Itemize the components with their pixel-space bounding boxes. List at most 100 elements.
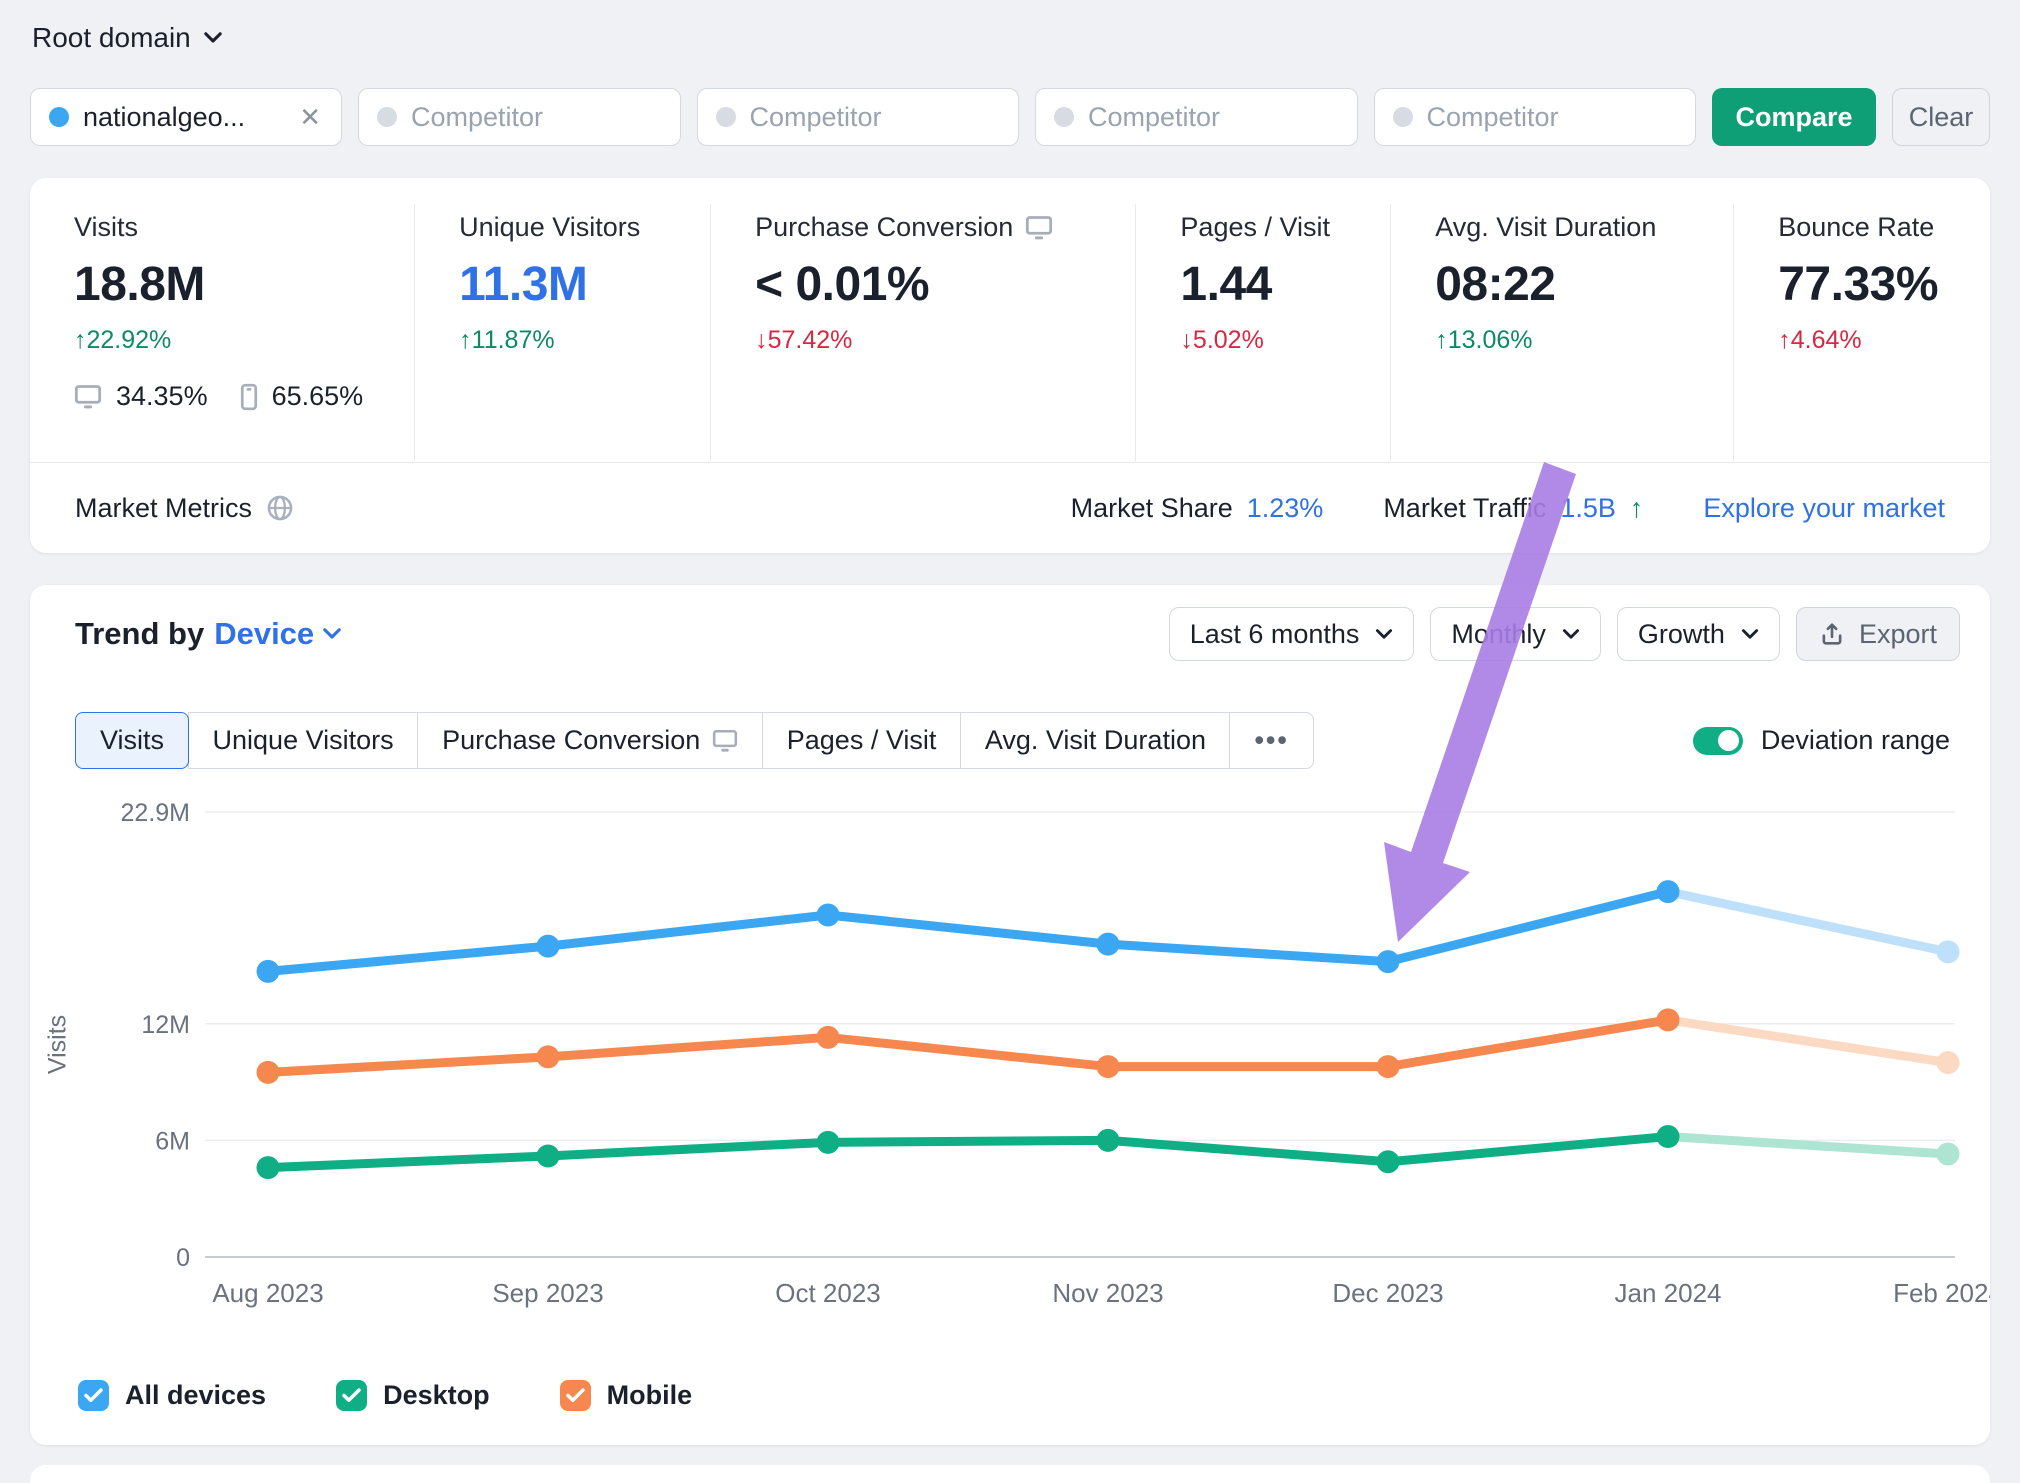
metric-value: 18.8M: [74, 257, 414, 312]
data-point[interactable]: [1657, 880, 1680, 903]
svg-text:22.9M: 22.9M: [121, 799, 190, 827]
svg-text:Feb 2024: Feb 2024: [1893, 1278, 1990, 1308]
granularity-dropdown[interactable]: Monthly: [1430, 607, 1601, 661]
legend-label: Desktop: [383, 1380, 490, 1411]
date-range-dropdown[interactable]: Last 6 months: [1169, 607, 1415, 661]
metric-avg-visit-duration: Avg. Visit Duration 08:22 ↑13.06%: [1390, 204, 1733, 461]
market-traffic-value[interactable]: 1.5B: [1560, 493, 1616, 524]
data-point[interactable]: [817, 1026, 840, 1049]
metric-purchase-conversion: Purchase Conversion < 0.01% ↓57.42%: [710, 204, 1135, 461]
data-point[interactable]: [1937, 1051, 1960, 1074]
legend-label: All devices: [125, 1380, 266, 1411]
svg-text:Dec 2023: Dec 2023: [1332, 1278, 1443, 1308]
data-point[interactable]: [257, 1061, 280, 1084]
explore-market-link[interactable]: Explore your market: [1703, 493, 1945, 524]
svg-text:12M: 12M: [141, 1011, 190, 1039]
data-point[interactable]: [1377, 1150, 1400, 1173]
metric-change: ↑11.87%: [459, 326, 710, 355]
device-split: 34.35% 65.65%: [74, 381, 414, 412]
mobile-icon: [240, 383, 258, 411]
metric-change: ↑4.64%: [1778, 326, 1990, 355]
clear-button[interactable]: Clear: [1892, 88, 1990, 146]
compare-button[interactable]: Compare: [1712, 88, 1876, 146]
market-share-value[interactable]: 1.23%: [1247, 493, 1324, 524]
market-traffic: Market Traffic 1.5B ↑: [1383, 493, 1643, 524]
export-button[interactable]: Export: [1796, 607, 1960, 661]
data-point[interactable]: [817, 1131, 840, 1154]
metric-label: Avg. Visit Duration: [1435, 212, 1733, 243]
tab-unique-visitors[interactable]: Unique Visitors: [188, 712, 419, 769]
trend-dimension-selector[interactable]: Device: [214, 616, 342, 652]
tab-pages-per-visit[interactable]: Pages / Visit: [762, 712, 962, 769]
metric-value: 08:22: [1435, 257, 1733, 312]
svg-text:0: 0: [176, 1244, 190, 1272]
competitor-color-dot: [377, 107, 397, 127]
metric-value: 1.44: [1180, 257, 1390, 312]
checkbox-checked-icon[interactable]: [336, 1380, 367, 1411]
competitor-input-3[interactable]: Competitor: [1035, 88, 1358, 146]
competitor-input-1[interactable]: Competitor: [358, 88, 681, 146]
data-point[interactable]: [1097, 933, 1120, 956]
svg-text:Oct 2023: Oct 2023: [775, 1278, 881, 1308]
svg-text:Nov 2023: Nov 2023: [1052, 1278, 1163, 1308]
trend-title-prefix: Trend by: [75, 616, 204, 652]
metric-label: Unique Visitors: [459, 212, 710, 243]
data-point[interactable]: [257, 960, 280, 983]
data-point[interactable]: [1097, 1055, 1120, 1078]
data-point[interactable]: [1657, 1125, 1680, 1148]
mode-dropdown[interactable]: Growth: [1617, 607, 1780, 661]
desktop-share: 34.35%: [116, 381, 208, 412]
metric-pages-per-visit: Pages / Visit 1.44 ↓5.02%: [1135, 204, 1390, 461]
trend-line-chart[interactable]: 06M12M22.9MAug 2023Sep 2023Oct 2023Nov 2…: [60, 795, 1990, 1325]
desktop-icon: [712, 729, 738, 753]
trend-toolbar: Last 6 months Monthly Growth Export: [1169, 607, 1960, 661]
competitor-placeholder: Competitor: [1427, 102, 1559, 133]
data-point[interactable]: [537, 1045, 560, 1068]
competitor-input-2[interactable]: Competitor: [697, 88, 1020, 146]
competitor-color-dot: [1054, 107, 1074, 127]
tab-purchase-conversion[interactable]: Purchase Conversion: [417, 712, 763, 769]
scope-selector[interactable]: Root domain: [32, 22, 223, 54]
domain-chip[interactable]: nationalgeo... ✕: [30, 88, 342, 146]
market-metrics-row: Market Metrics Market Share 1.23% Market…: [30, 462, 1990, 553]
metric-label: Pages / Visit: [1180, 212, 1390, 243]
data-point[interactable]: [1377, 950, 1400, 973]
competitor-input-4[interactable]: Competitor: [1374, 88, 1697, 146]
metric-change: ↑13.06%: [1435, 326, 1733, 355]
domain-color-dot: [49, 107, 69, 127]
metric-change: ↓5.02%: [1180, 326, 1390, 355]
data-point[interactable]: [537, 1144, 560, 1167]
summary-metrics-card: Visits 18.8M ↑22.92% 34.35% 65.65% Uniqu…: [30, 178, 1990, 553]
checkbox-checked-icon[interactable]: [560, 1380, 591, 1411]
data-point[interactable]: [817, 903, 840, 926]
desktop-icon: [74, 384, 102, 410]
scope-label: Root domain: [32, 22, 191, 54]
trend-title: Trend by Device: [75, 616, 342, 652]
checkbox-checked-icon[interactable]: [78, 1380, 109, 1411]
metric-value[interactable]: 11.3M: [459, 257, 710, 312]
data-point[interactable]: [537, 935, 560, 958]
close-icon[interactable]: ✕: [297, 102, 323, 133]
data-point[interactable]: [1937, 940, 1960, 963]
data-point[interactable]: [257, 1156, 280, 1179]
metric-change: ↓57.42%: [755, 326, 1135, 355]
data-point[interactable]: [1377, 1055, 1400, 1078]
export-icon: [1819, 621, 1845, 647]
competitor-placeholder: Competitor: [750, 102, 882, 133]
data-point[interactable]: [1937, 1143, 1960, 1166]
globe-icon: [266, 494, 294, 522]
competitor-placeholder: Competitor: [411, 102, 543, 133]
metric-label: Bounce Rate: [1778, 212, 1990, 243]
competitor-color-dot: [716, 107, 736, 127]
chart-legend: All devices Desktop Mobile: [78, 1380, 692, 1411]
data-point[interactable]: [1657, 1008, 1680, 1031]
deviation-range-toggle[interactable]: [1693, 727, 1743, 755]
legend-desktop[interactable]: Desktop: [336, 1380, 490, 1411]
tab-more[interactable]: •••: [1229, 712, 1313, 769]
legend-mobile[interactable]: Mobile: [560, 1380, 693, 1411]
data-point[interactable]: [1097, 1129, 1120, 1152]
legend-all-devices[interactable]: All devices: [78, 1380, 266, 1411]
tab-avg-visit-duration[interactable]: Avg. Visit Duration: [960, 712, 1231, 769]
tab-visits[interactable]: Visits: [75, 712, 189, 769]
metric-tabs: Visits Unique Visitors Purchase Conversi…: [75, 712, 1314, 769]
